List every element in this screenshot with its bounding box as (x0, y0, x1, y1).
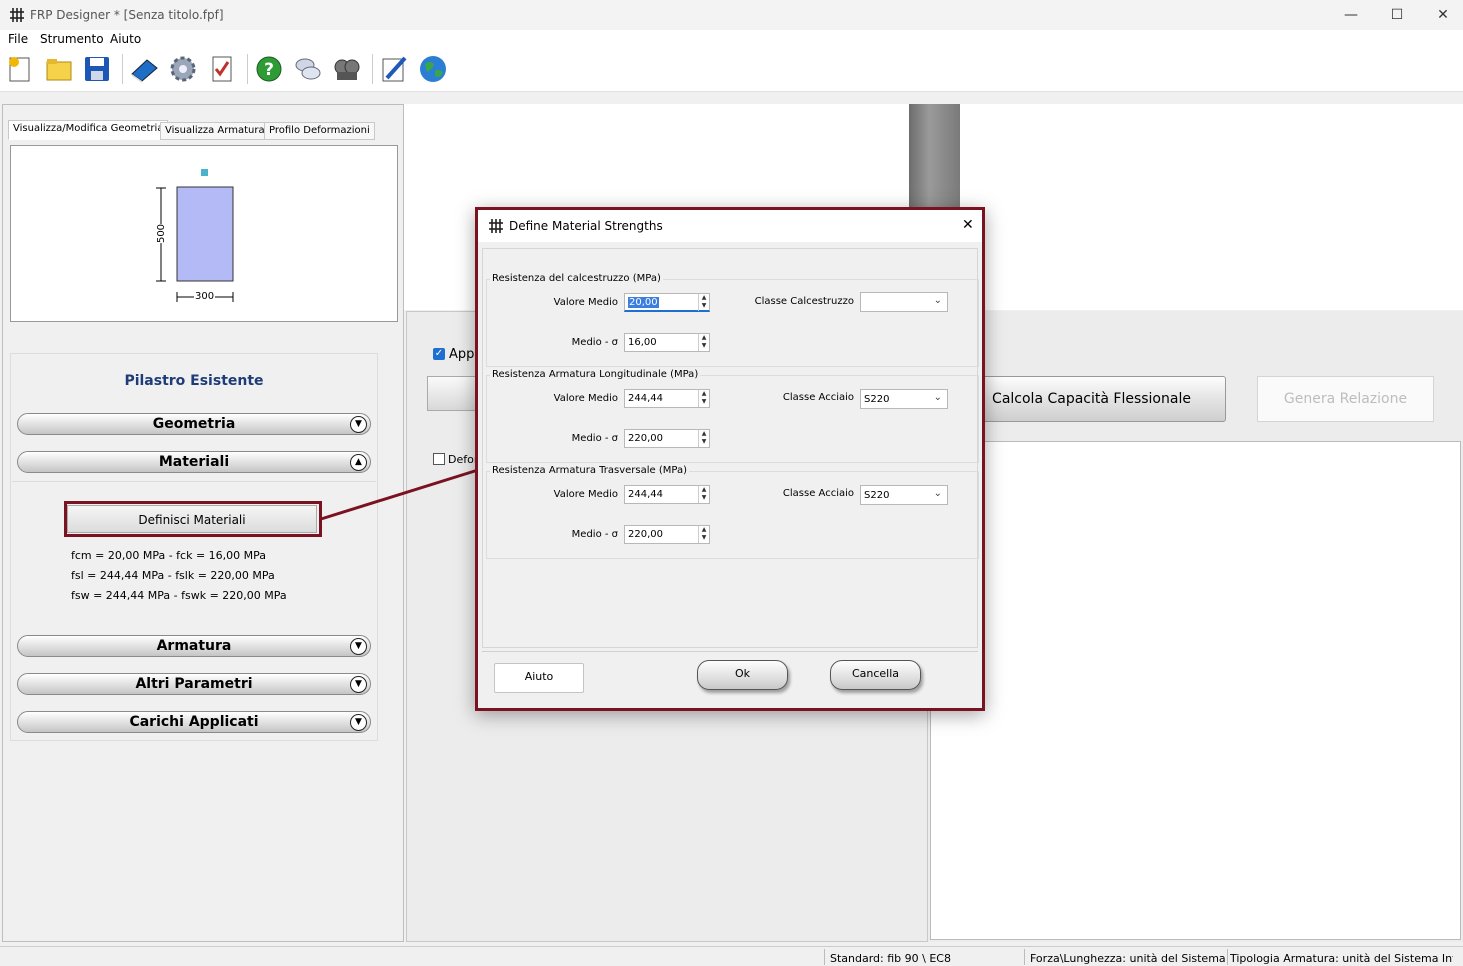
concrete-sigma-input[interactable]: 16,00 ▲ ▼ (624, 333, 710, 352)
app-icon (9, 7, 25, 23)
chevron-down-icon: ⌄ (933, 392, 942, 403)
material-strengths-dialog: Define Material Strengths ✕ Resistenza d… (475, 207, 985, 711)
apply-checkbox[interactable]: ✓ (433, 348, 445, 360)
trans-steel-mean-input[interactable]: 244,44 ▲ ▼ (624, 485, 710, 504)
status-standard: Standard: fib 90 \ EC8 (830, 952, 951, 965)
edit-pen-icon[interactable] (379, 54, 409, 84)
long-steel-class-label: Classe Acciaio (782, 392, 854, 403)
concrete-class-label: Classe Calcestruzzo (754, 296, 854, 307)
help-button[interactable]: Aiuto (494, 663, 584, 693)
save-icon[interactable] (82, 54, 112, 84)
dialog-title: Define Material Strengths (509, 219, 663, 233)
window-title: FRP Designer * [Senza titolo.fpf] (30, 8, 224, 22)
status-reinforcement: Tipologia Armatura: unità del Sistema In… (1230, 952, 1453, 965)
title-bar: FRP Designer * [Senza titolo.fpf] — ☐ ✕ (0, 0, 1463, 30)
section-carichi-applicati[interactable]: Carichi Applicati ▼ (17, 711, 371, 733)
maximize-button[interactable]: ☐ (1374, 0, 1420, 30)
spin-arrows-icon: ▲ ▼ (698, 334, 709, 351)
long-steel-mean-label: Valore Medio (553, 393, 618, 404)
app-icon (488, 218, 504, 234)
apply-checkbox-label: App (449, 347, 475, 362)
concrete-class-select[interactable]: ⌄ (860, 292, 948, 312)
menu-aiuto[interactable]: Aiuto (110, 32, 141, 46)
spin-arrows-icon: ▲ ▼ (698, 526, 709, 543)
cancel-button[interactable]: Cancella (830, 660, 921, 690)
menu-file[interactable]: File (8, 32, 28, 46)
width-dimension: 300 (194, 291, 216, 302)
chevron-down-icon: ▼ (350, 714, 367, 731)
long-steel-class-select[interactable]: S220 ⌄ (860, 389, 948, 409)
chevron-down-icon: ▼ (350, 638, 367, 655)
spin-arrows-icon: ▲ ▼ (698, 486, 709, 503)
tab-armatura[interactable]: Visualizza Armatura (160, 122, 270, 140)
help-icon[interactable]: ? (254, 54, 284, 84)
menu-bar: File Strumento Aiuto (0, 30, 1463, 48)
height-dimension: 500 (156, 223, 168, 244)
chevron-down-icon: ⌄ (933, 295, 942, 306)
deform-checkbox-label: Defor (448, 453, 479, 466)
tab-deformazioni[interactable]: Profilo Deformazioni (264, 122, 375, 140)
trans-steel-class-label: Classe Acciaio (782, 488, 854, 499)
calc-flexural-capacity-button[interactable]: Calcola Capacità Flessionale (957, 376, 1226, 422)
column-3d-model (909, 104, 960, 208)
spin-arrows-icon: ▲ ▼ (698, 390, 709, 407)
group-trans-steel-label: Resistenza Armatura Trasversale (MPa) (490, 465, 689, 476)
settings-gear-icon[interactable] (168, 54, 198, 84)
material-line-long-steel: fsl = 244,44 MPa - fslk = 220,00 MPa (71, 569, 275, 582)
trans-steel-class-select[interactable]: S220 ⌄ (860, 485, 948, 505)
deform-checkbox[interactable] (433, 453, 445, 465)
open-folder-icon[interactable] (44, 54, 74, 84)
minimize-button[interactable]: — (1328, 0, 1374, 30)
section-materiali[interactable]: Materiali ▲ (17, 451, 371, 473)
ok-button[interactable]: Ok (697, 660, 788, 690)
pillar-title: Pilastro Esistente (124, 373, 264, 389)
trans-steel-sigma-label: Medio - σ (571, 529, 618, 540)
results-text-area[interactable] (930, 441, 1461, 940)
section-geometria[interactable]: Geometria ▼ (17, 413, 371, 435)
menu-strumento[interactable]: Strumento (40, 32, 104, 46)
chevron-down-icon: ⌄ (933, 488, 942, 499)
status-bar: Standard: fib 90 \ EC8 Forza\Lunghezza: … (0, 946, 1463, 966)
book-icon[interactable] (129, 54, 159, 84)
dialog-title-bar: Define Material Strengths ✕ (478, 210, 982, 242)
chat-icon[interactable] (293, 54, 323, 84)
concrete-mean-label: Valore Medio (553, 297, 618, 308)
group-long-steel-label: Resistenza Armatura Longitudinale (MPa) (490, 369, 701, 380)
checklist-icon[interactable] (207, 54, 237, 84)
dialog-close-icon[interactable]: ✕ (962, 217, 974, 233)
chevron-up-icon: ▲ (350, 454, 367, 471)
toolbar: ? (0, 48, 1463, 92)
generate-report-button[interactable]: Genera Relazione (1257, 376, 1434, 422)
globe-icon[interactable] (418, 54, 448, 84)
section-armatura[interactable]: Armatura ▼ (17, 635, 371, 657)
concrete-sigma-label: Medio - σ (571, 337, 618, 348)
geometry-canvas: 500 300 (10, 145, 398, 322)
spin-arrows-icon: ▲ ▼ (698, 430, 709, 447)
long-steel-mean-input[interactable]: 244,44 ▲ ▼ (624, 389, 710, 408)
long-steel-sigma-input[interactable]: 220,00 ▲ ▼ (624, 429, 710, 448)
new-file-icon[interactable] (5, 54, 35, 84)
material-line-concrete: fcm = 20,00 MPa - fck = 16,00 MPa (71, 549, 267, 562)
close-button[interactable]: ✕ (1420, 0, 1463, 30)
define-materials-button[interactable]: Definisci Materiali (67, 505, 317, 533)
film-reel-icon[interactable] (332, 54, 362, 84)
chevron-down-icon: ▼ (350, 416, 367, 433)
long-steel-sigma-label: Medio - σ (571, 433, 618, 444)
concrete-mean-input[interactable]: 20,00 ▲ ▼ (624, 293, 710, 312)
status-units: Forza\Lunghezza: unità del Sistema Ir (1030, 952, 1226, 965)
section-altri-parametri[interactable]: Altri Parametri ▼ (17, 673, 371, 695)
material-line-trans-steel: fsw = 244,44 MPa - fswk = 220,00 MPa (71, 589, 287, 602)
group-concrete-label: Resistenza del calcestruzzo (MPa) (490, 273, 663, 284)
tab-geometria[interactable]: Visualizza/Modifica Geometria (8, 120, 169, 140)
chevron-down-icon: ▼ (350, 676, 367, 693)
spin-arrows-icon: ▲ ▼ (698, 294, 709, 311)
trans-steel-mean-label: Valore Medio (553, 489, 618, 500)
svg-text:?: ? (264, 60, 274, 80)
trans-steel-sigma-input[interactable]: 220,00 ▲ ▼ (624, 525, 710, 544)
